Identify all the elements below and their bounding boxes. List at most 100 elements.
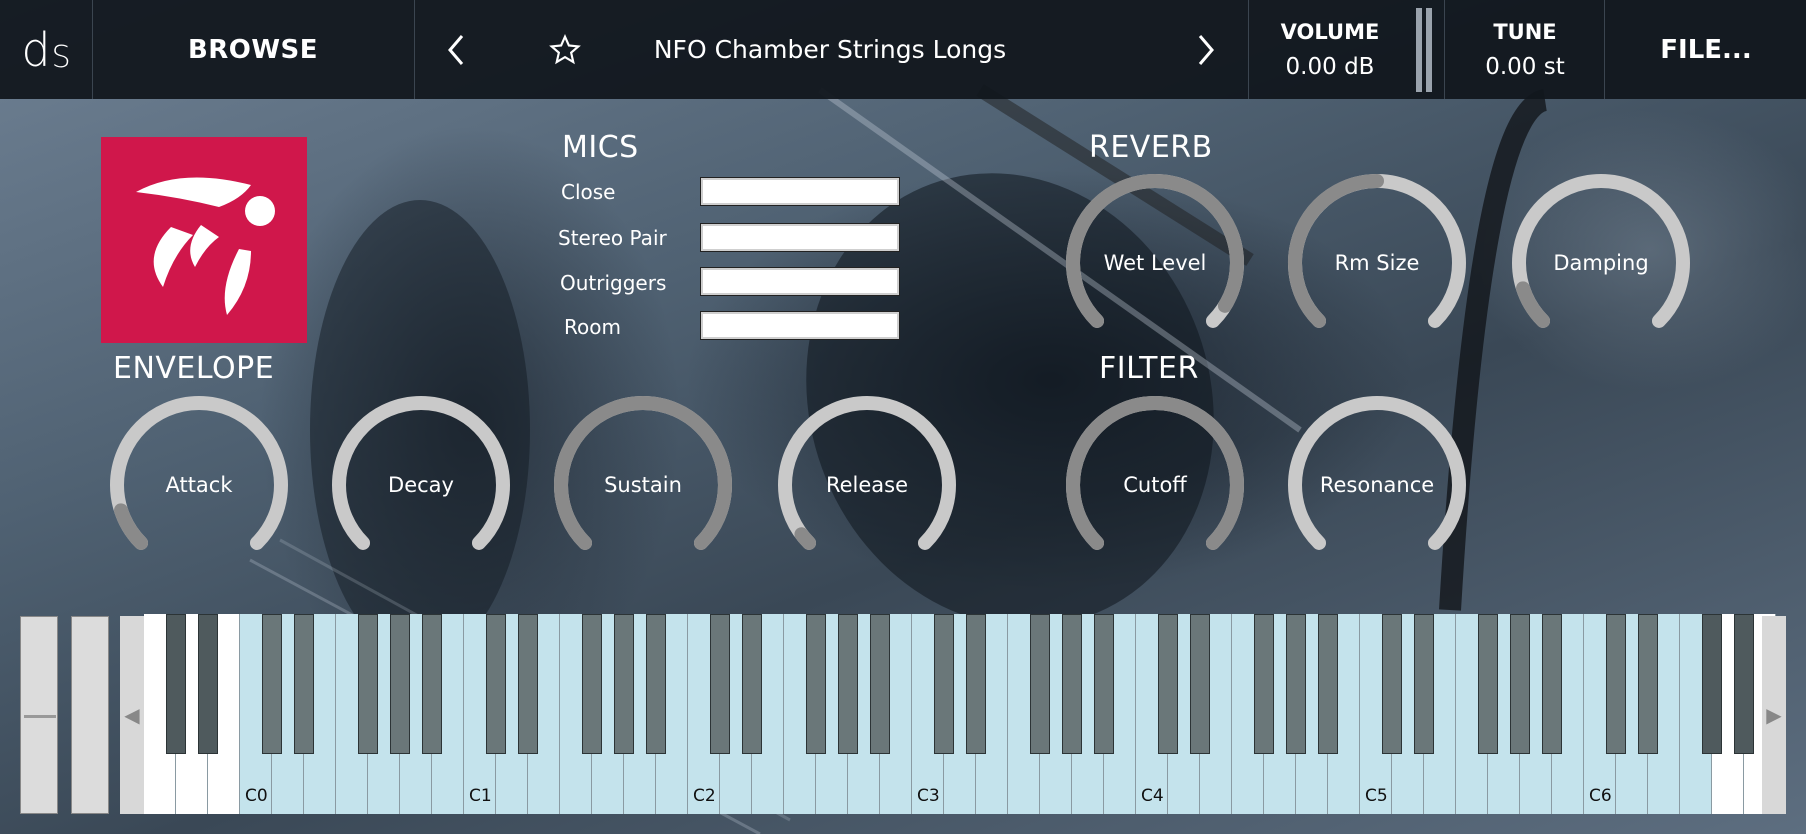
black-key[interactable] — [1414, 614, 1434, 754]
level-meter — [1410, 0, 1440, 99]
octave-label: C1 — [469, 786, 492, 806]
black-key[interactable] — [966, 614, 986, 754]
black-key[interactable] — [1510, 614, 1530, 754]
logo-main: d — [21, 22, 51, 77]
triangle-left-icon: ◀ — [124, 703, 140, 727]
black-key[interactable] — [198, 614, 218, 754]
favorite-button[interactable] — [535, 0, 595, 99]
black-key[interactable] — [870, 614, 890, 754]
keyboard-panel: ◀ C0 C1 C2 C3 C4 C5 C6 ▶ — [20, 612, 1786, 814]
black-key[interactable] — [582, 614, 602, 754]
knob-label: Cutoff — [1123, 473, 1187, 497]
knob-label: Release — [825, 473, 909, 497]
black-key[interactable] — [1190, 614, 1210, 754]
knob-label: Wet Level — [1103, 251, 1207, 275]
knob-label: Resonance — [1319, 473, 1435, 497]
black-key[interactable] — [1606, 614, 1626, 754]
tune-control[interactable]: TUNE 0.00 st — [1445, 0, 1605, 99]
black-key[interactable] — [1382, 614, 1402, 754]
sustain-knob[interactable]: Sustain — [548, 390, 738, 580]
star-icon — [549, 33, 581, 64]
cutoff-knob[interactable]: Cutoff — [1060, 390, 1250, 580]
black-key[interactable] — [1478, 614, 1498, 754]
black-key[interactable] — [614, 614, 634, 754]
knob-label: Damping — [1553, 251, 1649, 275]
mic-close-slider[interactable] — [700, 177, 900, 206]
black-key[interactable] — [838, 614, 858, 754]
black-key[interactable] — [1702, 614, 1722, 754]
black-key[interactable] — [294, 614, 314, 754]
black-key[interactable] — [1030, 614, 1050, 754]
octave-label: C3 — [917, 786, 940, 806]
black-key[interactable] — [1638, 614, 1658, 754]
mic-room-label: Room — [564, 315, 621, 339]
black-key[interactable] — [646, 614, 666, 754]
rm-size-knob[interactable]: Rm Size — [1282, 168, 1472, 358]
black-key[interactable] — [1158, 614, 1178, 754]
mic-outriggers-slider[interactable] — [700, 267, 900, 296]
pitch-wheel[interactable] — [20, 616, 58, 814]
decay-knob[interactable]: Decay — [326, 390, 516, 580]
preset-name[interactable]: NFO Chamber Strings Longs — [600, 0, 1060, 99]
instrument-logo — [101, 137, 307, 343]
mic-room-slider[interactable] — [700, 311, 900, 340]
keyboard-scroll-right-button[interactable]: ▶ — [1762, 616, 1786, 814]
volume-control[interactable]: VOLUME 0.00 dB — [1250, 0, 1410, 99]
black-key[interactable] — [934, 614, 954, 754]
black-key[interactable] — [1254, 614, 1274, 754]
mic-close-label: Close — [561, 180, 616, 204]
app-logo: dS — [0, 0, 92, 99]
black-key[interactable] — [486, 614, 506, 754]
octave-label: C2 — [693, 786, 716, 806]
black-key[interactable] — [742, 614, 762, 754]
next-preset-button[interactable] — [1180, 0, 1232, 99]
prev-preset-button[interactable] — [430, 0, 482, 99]
knob-label: Attack — [165, 473, 233, 497]
black-key[interactable] — [710, 614, 730, 754]
black-key[interactable] — [1542, 614, 1562, 754]
knob-label: Decay — [388, 473, 454, 497]
meter-bar-right — [1426, 8, 1432, 92]
wet-level-knob[interactable]: Wet Level — [1060, 168, 1250, 358]
volume-value: 0.00 dB — [1285, 53, 1375, 80]
octave-label: C0 — [245, 786, 268, 806]
black-key[interactable] — [166, 614, 186, 754]
envelope-section-title: ENVELOPE — [113, 351, 275, 386]
black-key[interactable] — [806, 614, 826, 754]
divider — [414, 0, 415, 99]
mic-outriggers-label: Outriggers — [560, 271, 667, 295]
octave-label: C4 — [1141, 786, 1164, 806]
attack-knob[interactable]: Attack — [104, 390, 294, 580]
black-key[interactable] — [1734, 614, 1754, 754]
black-key[interactable] — [1062, 614, 1082, 754]
release-knob[interactable]: Release — [772, 390, 962, 580]
divider — [1248, 0, 1249, 99]
black-key[interactable] — [262, 614, 282, 754]
piano-keys[interactable]: C0 C1 C2 C3 C4 C5 C6 — [144, 614, 1776, 814]
resonance-knob[interactable]: Resonance — [1282, 390, 1472, 580]
black-key[interactable] — [1094, 614, 1114, 754]
black-key[interactable] — [1318, 614, 1338, 754]
black-key[interactable] — [1286, 614, 1306, 754]
tune-label: TUNE — [1493, 19, 1557, 44]
keyboard-scroll-left-button[interactable]: ◀ — [120, 616, 144, 814]
top-bar: dS BROWSE NFO Chamber Strings Longs VOLU… — [0, 0, 1806, 99]
mic-stereo-pair-slider[interactable] — [700, 223, 900, 252]
divider — [1604, 0, 1605, 99]
chevron-right-icon — [1198, 34, 1214, 65]
volume-label: VOLUME — [1280, 19, 1380, 44]
triangle-right-icon: ▶ — [1766, 703, 1782, 727]
tune-value: 0.00 st — [1485, 53, 1565, 80]
octave-label: C5 — [1365, 786, 1388, 806]
octave-label: C6 — [1589, 786, 1612, 806]
black-key[interactable] — [390, 614, 410, 754]
black-key[interactable] — [422, 614, 442, 754]
damping-knob[interactable]: Damping — [1506, 168, 1696, 358]
black-key[interactable] — [518, 614, 538, 754]
pitch-wheel-center-mark — [24, 715, 56, 718]
black-key[interactable] — [358, 614, 378, 754]
mod-wheel[interactable] — [71, 616, 109, 814]
browse-button[interactable]: BROWSE — [92, 0, 414, 99]
mic-stereo-pair-label: Stereo Pair — [558, 226, 667, 250]
file-menu-button[interactable]: FILE... — [1606, 0, 1806, 99]
